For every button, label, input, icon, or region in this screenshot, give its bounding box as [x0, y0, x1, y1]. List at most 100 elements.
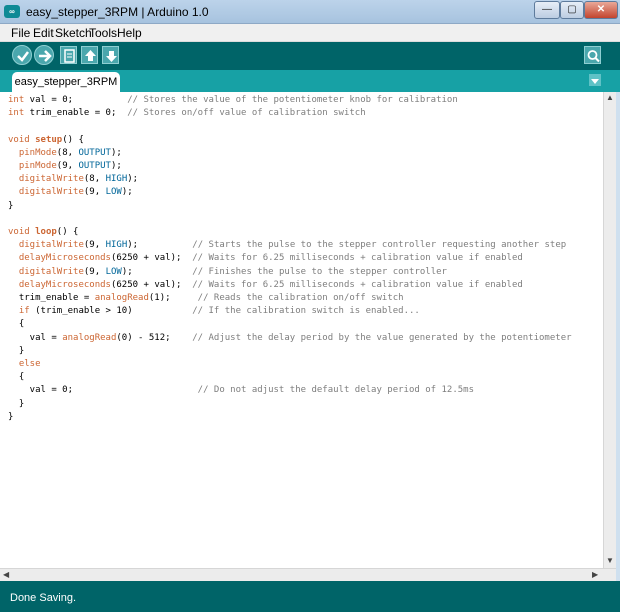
code-line: val = 0; // Do not adjust the default de… — [8, 384, 474, 397]
code-token: void — [8, 227, 30, 237]
code-token: val = 0; — [8, 385, 198, 396]
save-button[interactable] — [102, 46, 119, 64]
tab-menu-button[interactable] — [589, 74, 601, 86]
serial-monitor-button[interactable] — [584, 46, 601, 64]
tab-easy-stepper-3rpm[interactable]: easy_stepper_3RPM — [12, 72, 120, 92]
code-token: (6250 + val); — [110, 253, 193, 264]
code-token: (0) - 512; — [116, 332, 193, 343]
code-token: (8, — [56, 147, 79, 158]
open-button[interactable] — [81, 46, 98, 64]
code-token: (9, — [83, 266, 106, 277]
window-title: easy_stepper_3RPM | Arduino 1.0 — [26, 5, 209, 19]
arrow-right-icon[interactable]: ▶ — [592, 570, 598, 579]
code-token: else — [18, 359, 41, 369]
code-token: (trim_enable > 10) — [29, 306, 193, 317]
code-token: // Waits for 6.25 milliseconds + calibra… — [192, 253, 523, 264]
code-token: (1); — [148, 293, 198, 303]
code-token: { — [8, 372, 25, 383]
code-token: (9, — [83, 187, 106, 198]
code-token: () { — [62, 134, 84, 145]
arrow-left-icon[interactable]: ◀ — [3, 570, 9, 579]
menu-file[interactable]: File — [11, 26, 30, 40]
code-token: // Adjust the delay period by the value … — [192, 332, 572, 343]
arduino-app-icon: ∞ — [4, 5, 20, 18]
code-line: void setup() { — [8, 134, 84, 147]
upload-button[interactable] — [34, 45, 54, 65]
code-line: void loop() { — [8, 226, 78, 239]
code-editor[interactable]: int val = 0; // Stores the value of the … — [0, 92, 603, 568]
code-token: digitalWrite — [18, 187, 84, 198]
status-message: Done Saving. — [10, 592, 77, 604]
code-token: loop — [35, 227, 57, 237]
code-token: (9, — [83, 240, 106, 251]
horizontal-scrollbar[interactable]: ◀ ▶ — [0, 568, 616, 581]
code-token: trim_enable = — [8, 293, 95, 303]
code-token: // Starts the pulse to the stepper contr… — [192, 240, 567, 251]
code-token: ); — [127, 174, 139, 185]
vertical-scrollbar[interactable]: ▲ ▼ — [603, 92, 616, 568]
new-button[interactable] — [60, 46, 77, 64]
code-token: (9, — [56, 161, 79, 171]
code-token: // Finishes the pulse to the stepper con… — [192, 266, 447, 277]
code-line: delayMicroseconds(6250 + val); // Waits … — [8, 252, 523, 265]
code-line: int val = 0; // Stores the value of the … — [8, 94, 458, 107]
code-line: val = analogRead(0) - 512; // Adjust the… — [8, 332, 572, 345]
code-token: void — [8, 134, 30, 145]
maximize-button[interactable]: ▢ — [560, 1, 584, 19]
code-token: OUTPUT — [78, 161, 111, 171]
code-line: } — [8, 398, 24, 411]
code-token: () { — [56, 227, 79, 237]
verify-button[interactable] — [12, 45, 32, 65]
code-token: // If the calibration switch is enabled.… — [192, 306, 420, 317]
menu-help[interactable]: Help — [117, 26, 142, 40]
menu-bar: File Edit Sketch Tools Help — [0, 24, 620, 42]
code-token: (6250 + val); — [110, 279, 193, 290]
code-token: LOW — [105, 187, 122, 198]
code-line: } — [8, 345, 24, 358]
open-icon — [85, 50, 96, 61]
arrow-up-icon[interactable]: ▲ — [606, 93, 614, 102]
code-token: // Stores the value of the potentiometer… — [127, 95, 458, 105]
minimize-button[interactable]: — — [534, 1, 560, 19]
code-line: if (trim_enable > 10) // If the calibrat… — [8, 305, 420, 318]
code-token: digitalWrite — [18, 174, 84, 185]
code-line: delayMicroseconds(6250 + val); // Waits … — [8, 279, 523, 292]
menu-edit[interactable]: Edit — [33, 26, 54, 40]
code-token: OUTPUT — [78, 147, 111, 158]
code-token: delayMicroseconds — [18, 279, 111, 290]
code-line: else — [8, 358, 41, 371]
code-token: setup — [35, 134, 63, 145]
code-token: ); — [121, 266, 193, 277]
code-line: { — [8, 318, 24, 331]
code-token: { — [8, 319, 25, 330]
code-line: trim_enable = analogRead(1); // Reads th… — [8, 292, 404, 305]
arrow-down-icon[interactable]: ▼ — [606, 556, 614, 565]
code-token: delayMicroseconds — [18, 253, 111, 264]
code-line: } — [8, 411, 13, 424]
code-token: } — [8, 345, 25, 356]
menu-sketch[interactable]: Sketch — [55, 26, 92, 40]
toolbar — [0, 42, 620, 70]
code-line: int trim_enable = 0; // Stores on/off va… — [8, 107, 366, 120]
menu-tools[interactable]: Tools — [89, 26, 117, 40]
code-token: int — [8, 95, 25, 105]
close-button[interactable]: ✕ — [584, 1, 618, 19]
window-title-bar: ∞ easy_stepper_3RPM | Arduino 1.0 — ▢ ✕ — [0, 0, 620, 24]
code-token: val = — [8, 332, 63, 343]
code-token: analogRead — [94, 293, 149, 303]
code-token: digitalWrite — [18, 266, 84, 277]
code-line: { — [8, 371, 24, 384]
code-token: analogRead — [62, 332, 117, 343]
code-token: int — [8, 108, 25, 119]
code-token: digitalWrite — [18, 240, 84, 251]
code-token: HIGH — [105, 240, 128, 251]
